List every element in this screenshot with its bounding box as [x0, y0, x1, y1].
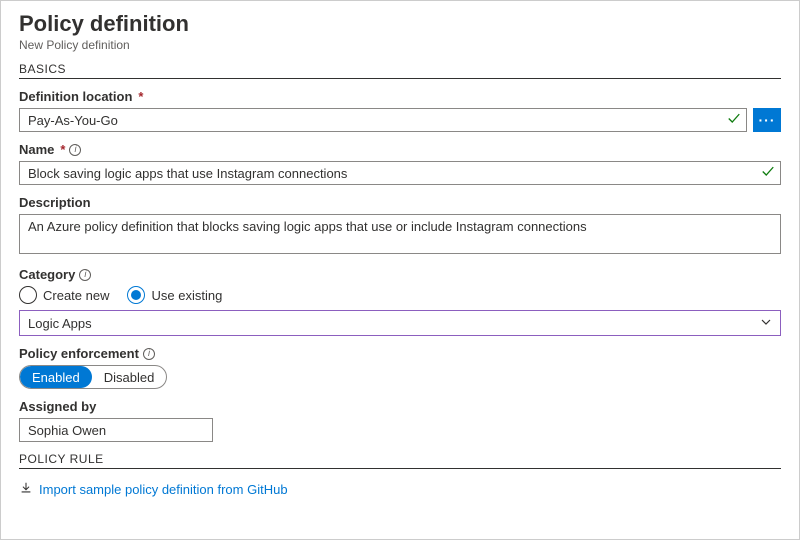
import-link-text: Import sample policy definition from Git…: [39, 482, 288, 497]
section-policy-rule: POLICY RULE: [19, 452, 781, 469]
field-category: Category i Create new Use existing Logic…: [19, 267, 781, 336]
definition-location-input[interactable]: [19, 108, 747, 132]
label-text: Description: [19, 195, 91, 210]
download-icon: [19, 481, 33, 498]
info-icon[interactable]: i: [143, 348, 155, 360]
field-name: Name * i: [19, 142, 781, 185]
policy-definition-panel: Policy definition New Policy definition …: [0, 0, 800, 540]
radio-label: Create new: [43, 288, 109, 303]
section-basics: BASICS: [19, 62, 781, 79]
radio-create-new[interactable]: Create new: [19, 286, 109, 304]
category-select[interactable]: Logic Apps: [19, 310, 781, 336]
select-value: Logic Apps: [28, 316, 92, 331]
page-subtitle: New Policy definition: [19, 38, 781, 52]
info-icon[interactable]: i: [69, 144, 81, 156]
browse-location-button[interactable]: ···: [753, 108, 781, 132]
label-name: Name * i: [19, 142, 781, 157]
field-policy-enforcement: Policy enforcement i Enabled Disabled: [19, 346, 781, 389]
import-github-link[interactable]: Import sample policy definition from Git…: [19, 481, 288, 498]
label-text: Name: [19, 142, 54, 157]
assigned-by-input[interactable]: [19, 418, 213, 442]
ellipsis-icon: ···: [759, 112, 776, 128]
toggle-enabled[interactable]: Enabled: [20, 366, 92, 388]
label-description: Description: [19, 195, 781, 210]
required-asterisk: *: [138, 89, 143, 104]
radio-label: Use existing: [151, 288, 222, 303]
policy-enforcement-toggle[interactable]: Enabled Disabled: [19, 365, 167, 389]
page-title: Policy definition: [19, 11, 781, 37]
description-textarea[interactable]: [19, 214, 781, 254]
label-category: Category i: [19, 267, 781, 282]
info-icon[interactable]: i: [79, 269, 91, 281]
name-input[interactable]: [19, 161, 781, 185]
label-text: Definition location: [19, 89, 132, 104]
radio-icon: [127, 286, 145, 304]
required-asterisk: *: [60, 142, 65, 157]
label-text: Policy enforcement: [19, 346, 139, 361]
field-description: Description: [19, 195, 781, 257]
label-text: Category: [19, 267, 75, 282]
field-definition-location: Definition location * ···: [19, 89, 781, 132]
radio-icon: [19, 286, 37, 304]
label-text: Assigned by: [19, 399, 96, 414]
label-definition-location: Definition location *: [19, 89, 781, 104]
label-policy-enforcement: Policy enforcement i: [19, 346, 781, 361]
label-assigned-by: Assigned by: [19, 399, 781, 414]
field-assigned-by: Assigned by: [19, 399, 781, 442]
toggle-disabled[interactable]: Disabled: [92, 366, 167, 388]
radio-use-existing[interactable]: Use existing: [127, 286, 222, 304]
chevron-down-icon: [760, 316, 772, 331]
